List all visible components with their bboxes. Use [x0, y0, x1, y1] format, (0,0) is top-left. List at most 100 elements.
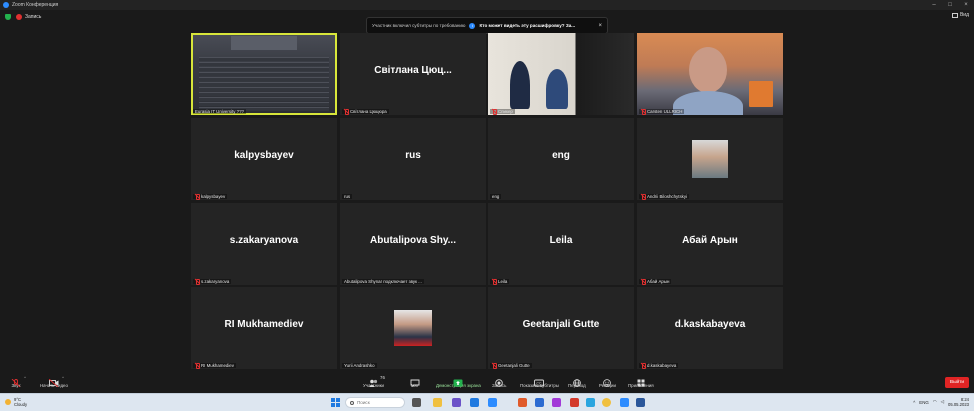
clock[interactable]: 8:24 05.05.2023 — [948, 397, 969, 407]
audio-button[interactable]: ^ Звук — [11, 374, 26, 388]
security-shield-icon[interactable] — [5, 13, 11, 20]
search-input[interactable] — [357, 400, 403, 405]
close-icon[interactable]: × — [958, 0, 974, 10]
muted-mic-icon — [492, 363, 497, 369]
chrome-icon[interactable] — [602, 398, 611, 407]
recording-icon — [16, 13, 22, 20]
weather-widget[interactable]: 9°C Cloudy — [5, 397, 27, 407]
participant-tile[interactable]: Abutalipova Shy... Abutalipova Shynar под… — [340, 203, 486, 285]
muted-mic-icon: ^ — [11, 374, 26, 388]
maximize-icon[interactable]: □ — [942, 0, 958, 10]
participant-name-display: Абай Арын — [682, 235, 738, 246]
participants-icon — [368, 374, 378, 387]
muted-mic-icon — [344, 109, 349, 115]
store-icon[interactable] — [535, 398, 544, 407]
participant-tile[interactable]: rus rus — [340, 118, 486, 200]
participant-tile[interactable]: Абай Арын Абай Арын — [637, 203, 783, 285]
participant-tile[interactable]: Світлана Цюц... Світлана Цюцюра — [340, 33, 486, 115]
participant-name-display: Geetanjali Gutte — [522, 319, 600, 330]
chevron-up-icon[interactable]: ^ — [913, 400, 915, 405]
zoom-app-icon[interactable] — [620, 398, 629, 407]
zoom-window: Zoom Конференция – □ × Запись Вид Участн… — [0, 0, 974, 411]
chat-icon — [410, 374, 420, 388]
edge-icon[interactable] — [470, 398, 479, 407]
participant-name-label: Carsten ULLRICH — [639, 109, 685, 115]
muted-mic-icon — [641, 194, 646, 200]
participant-name-label: kalpysbayev — [193, 194, 228, 200]
participant-name-label: s.zakaryanova — [193, 279, 232, 285]
teams-icon[interactable] — [452, 398, 461, 407]
record-button[interactable]: Запись — [492, 374, 506, 388]
office-icon[interactable] — [518, 398, 527, 407]
grid-view-icon — [951, 12, 958, 18]
participant-name-label: Eurasia IT University ??? — [193, 109, 246, 114]
word-icon[interactable] — [636, 398, 645, 407]
view-button[interactable]: Вид — [951, 12, 969, 18]
participant-name-text: Leila — [498, 279, 508, 284]
participant-name-display: Світлана Цюц... — [374, 65, 452, 76]
apps-button[interactable]: Приложения — [628, 374, 654, 388]
video-feed-scene — [199, 92, 329, 96]
notification-link[interactable]: Кто может видеть эту расшифровку? За... — [479, 23, 575, 28]
participant-name-display: RI Mukhamediev — [224, 319, 304, 330]
participant-name-label: rus — [342, 194, 353, 199]
muted-mic-icon — [195, 363, 200, 369]
zoom-taskbar-icon[interactable] — [488, 398, 497, 407]
minimize-icon[interactable]: – — [926, 0, 942, 10]
meeting-toolbar: ^ Звук ^ Начать видео Участники 76 Чат — [0, 371, 974, 393]
participant-tile[interactable]: Andrii Biloshchytskyi — [637, 118, 783, 200]
muted-mic-icon — [641, 279, 646, 285]
leave-button[interactable]: Выйти — [945, 377, 969, 388]
volume-icon[interactable]: ◁ — [941, 399, 944, 405]
globe-icon — [572, 374, 582, 387]
recording-label: Запись — [25, 13, 42, 20]
telegram-icon[interactable] — [586, 398, 595, 407]
task-view-icon[interactable] — [412, 398, 421, 407]
wifi-icon[interactable]: ◠ — [933, 399, 937, 405]
view-label: Вид — [959, 12, 969, 18]
window-controls: – □ × — [926, 0, 974, 10]
video-button[interactable]: ^ Начать видео — [40, 374, 68, 388]
participant-tile[interactable]: Eurasia IT University ??? — [191, 33, 337, 115]
windows-start-icon[interactable] — [331, 398, 340, 407]
participant-name-label: Geetanjali Gutte — [490, 363, 532, 369]
notification-text: Участник включил субтитры по требованию — [372, 23, 466, 28]
video-feed-scene — [199, 62, 329, 66]
chat-button[interactable]: Чат — [410, 374, 420, 388]
avatar — [692, 140, 728, 178]
participant-tile[interactable]: Спикер — [488, 33, 634, 115]
participant-name-text: s.zakaryanova — [201, 279, 230, 284]
participant-tile[interactable]: Yurii Andrashko — [340, 287, 486, 369]
muted-mic-icon — [195, 279, 200, 285]
participant-name-label: Abutalipova Shynar подключает звук ... — [342, 279, 424, 284]
participant-name-display: d.kaskabayeva — [674, 319, 746, 330]
pdf-icon[interactable] — [570, 398, 579, 407]
participant-tile[interactable]: Geetanjali Gutte Geetanjali Gutte — [488, 287, 634, 369]
video-feed-scene — [199, 97, 329, 101]
language-indicator[interactable]: ENG — [919, 400, 929, 405]
participant-tile[interactable]: Leila Leila — [488, 203, 634, 285]
captions-notification[interactable]: Участник включил субтитры по требованию … — [366, 17, 608, 34]
participant-name-label: eng — [490, 194, 502, 199]
translate-button[interactable]: Перевод — [568, 374, 586, 388]
captions-button[interactable]: CC Показать субтитры — [520, 374, 559, 388]
reactions-button[interactable]: Реакции — [599, 374, 616, 388]
file-explorer-icon[interactable] — [433, 398, 442, 407]
participant-name-text: Спикер — [498, 109, 513, 114]
participant-name-display: kalpysbayev — [234, 150, 294, 161]
participant-name-text: Eurasia IT University ??? — [195, 109, 244, 114]
taskbar-search[interactable] — [345, 397, 405, 408]
app-icon[interactable] — [552, 398, 561, 407]
participant-name-display: rus — [405, 150, 421, 161]
close-notification-icon[interactable]: × — [598, 23, 602, 29]
search-icon — [350, 400, 354, 405]
participant-tile[interactable]: Carsten ULLRICH — [637, 33, 783, 115]
muted-mic-icon — [641, 109, 646, 115]
participant-tile[interactable]: s.zakaryanova s.zakaryanova — [191, 203, 337, 285]
participant-tile[interactable]: d.kaskabayeva d.kaskabayeva — [637, 287, 783, 369]
participant-tile[interactable]: kalpysbayev kalpysbayev — [191, 118, 337, 200]
participant-tile[interactable]: RI Mukhamediev RI Mukhamediev — [191, 287, 337, 369]
participant-tile[interactable]: eng eng — [488, 118, 634, 200]
share-screen-button[interactable]: Демонстрация экрана — [436, 374, 481, 388]
participant-name-text: Andrii Biloshchytskyi — [647, 194, 688, 199]
